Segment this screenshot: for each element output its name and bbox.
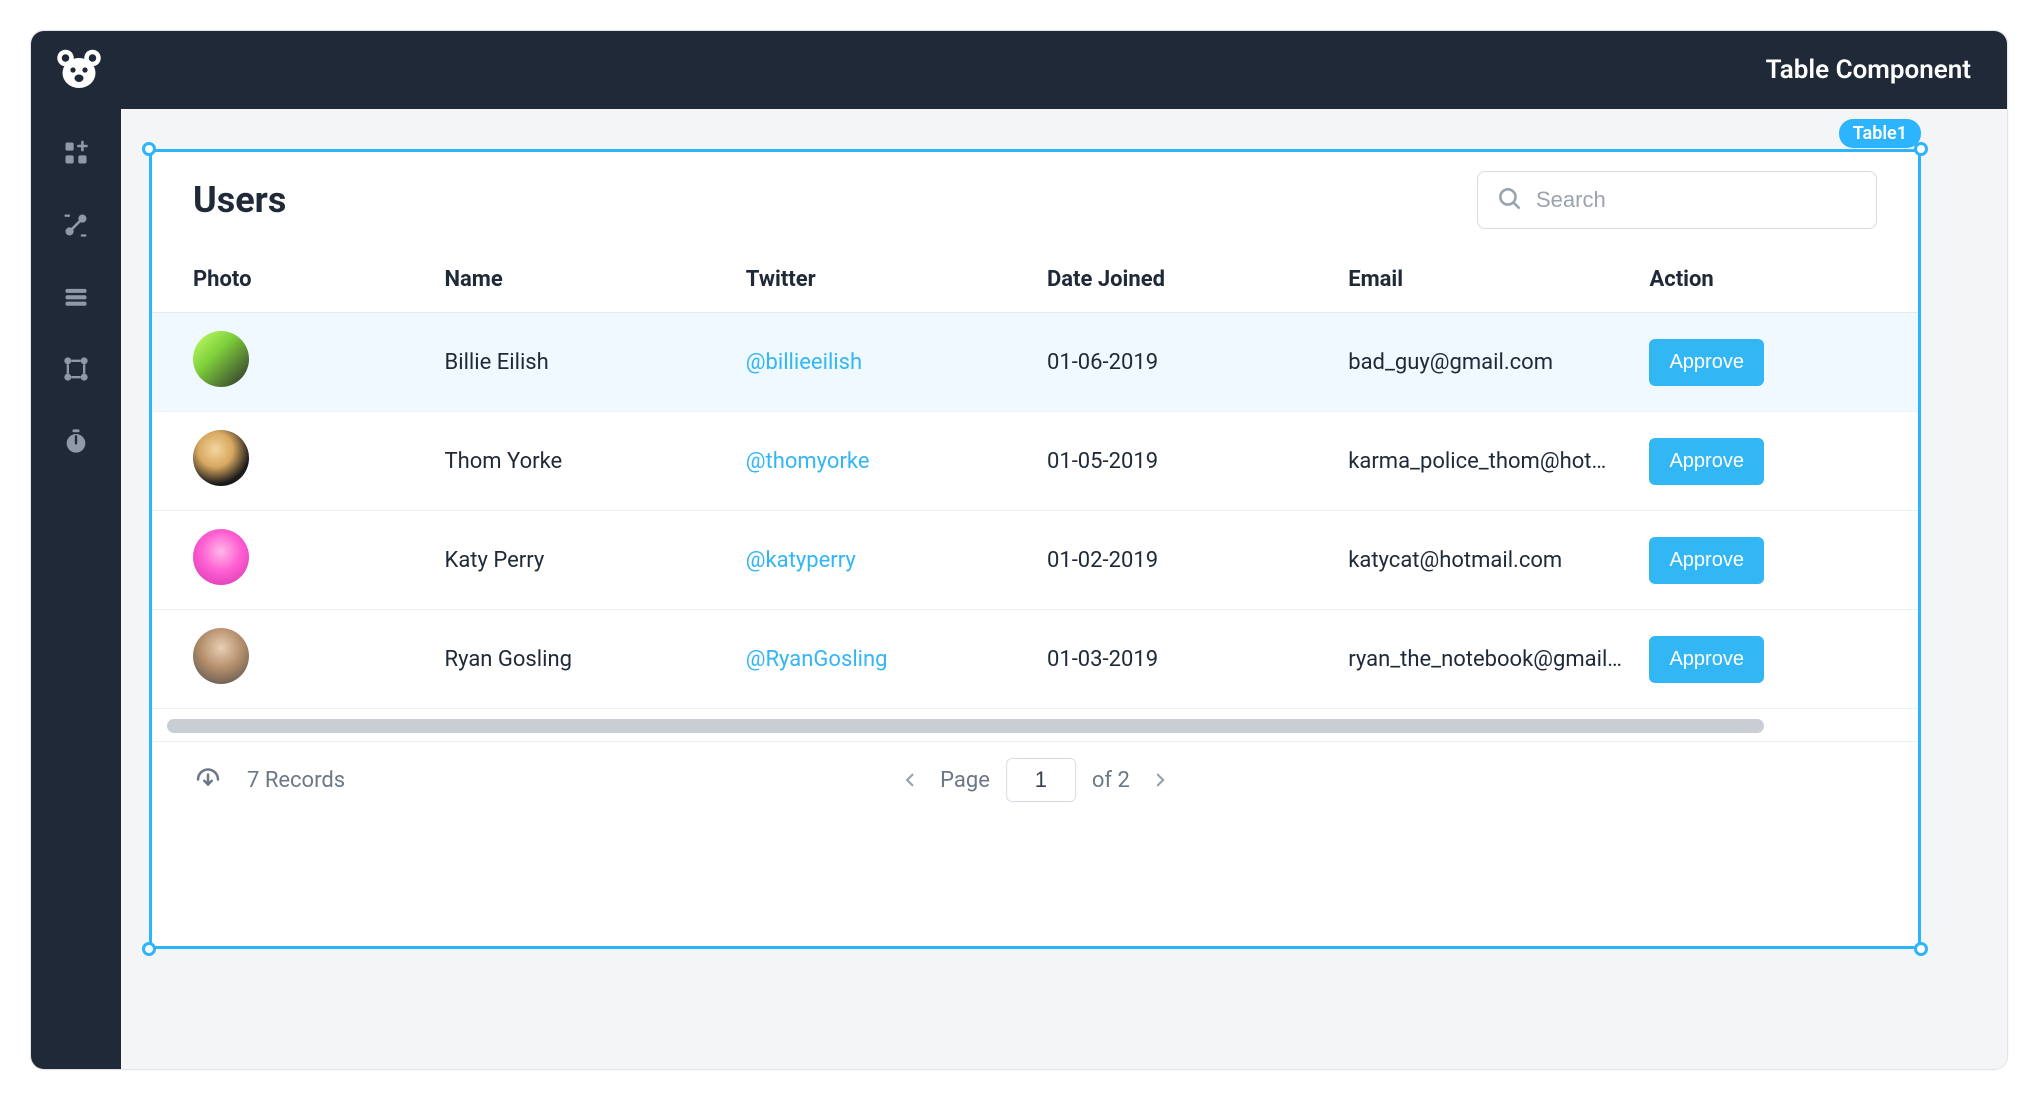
selected-component[interactable]: Table1 Users	[149, 149, 1921, 949]
table-component: Users	[149, 149, 1921, 949]
avatar	[193, 628, 249, 684]
stopwatch-icon[interactable]	[56, 421, 96, 461]
page-label: Page	[940, 768, 990, 793]
download-icon[interactable]	[193, 762, 223, 798]
cell-email: bad_guy@gmail.com	[1336, 313, 1637, 412]
page-input[interactable]	[1006, 758, 1076, 802]
page-of-label: of 2	[1092, 768, 1130, 793]
twitter-link[interactable]: @RyanGosling	[746, 647, 888, 672]
cell-name: Katy Perry	[433, 511, 734, 610]
approve-button[interactable]: Approve	[1649, 537, 1764, 584]
cell-email: katycat@hotmail.com	[1336, 511, 1637, 610]
records-count: 7 Records	[247, 768, 345, 793]
search-box[interactable]	[1477, 171, 1877, 229]
table-title: Users	[193, 179, 286, 221]
cell-date: 01-02-2019	[1035, 511, 1336, 610]
avatar	[193, 529, 249, 585]
users-table: Photo Name Twitter Date Joined Email Act…	[149, 247, 1921, 709]
list-icon[interactable]	[56, 277, 96, 317]
pager: Page of 2	[896, 758, 1174, 802]
twitter-link[interactable]: @katyperry	[746, 548, 856, 573]
sidebar	[31, 109, 121, 1069]
avatar	[193, 331, 249, 387]
search-icon	[1496, 185, 1522, 215]
horizontal-scrollbar[interactable]	[167, 719, 1903, 733]
body-area: Table1 Users	[31, 109, 2007, 1069]
col-name[interactable]: Name	[433, 247, 734, 313]
table-row[interactable]: Thom Yorke @thomyorke 01-05-2019karma_poli…	[149, 412, 1921, 511]
avatar	[193, 430, 249, 486]
approve-button[interactable]: Approve	[1649, 438, 1764, 485]
col-action[interactable]: Action	[1637, 247, 1921, 313]
search-input[interactable]	[1536, 187, 1858, 213]
scrollbar-thumb[interactable]	[167, 719, 1764, 733]
table-row[interactable]: Katy Perry @katyperry 01-02-2019katycat@ho…	[149, 511, 1921, 610]
cell-date: 01-05-2019	[1035, 412, 1336, 511]
cell-email: ryan_the_notebook@gmail.com	[1336, 610, 1637, 709]
cell-email: karma_police_thom@hotmail.com	[1336, 412, 1637, 511]
plug-icon[interactable]	[56, 205, 96, 245]
twitter-link[interactable]: @billieeilish	[746, 350, 862, 375]
table-row[interactable]: Ryan Gosling @RyanGosling 01-03-2019ryan_t…	[149, 610, 1921, 709]
topbar: Table Component	[31, 31, 2007, 109]
cell-name: Thom Yorke	[433, 412, 734, 511]
widgets-icon[interactable]	[56, 133, 96, 173]
page-next-button[interactable]	[1146, 766, 1174, 794]
col-email[interactable]: Email	[1336, 247, 1637, 313]
nodes-icon[interactable]	[56, 349, 96, 389]
table-row[interactable]: Billie Eilish @billieeilish 01-06-2019bad_…	[149, 313, 1921, 412]
cell-name: Ryan Gosling	[433, 610, 734, 709]
cell-date: 01-03-2019	[1035, 610, 1336, 709]
approve-button[interactable]: Approve	[1649, 339, 1764, 386]
table-header-row: Photo Name Twitter Date Joined Email Act…	[149, 247, 1921, 313]
col-photo[interactable]: Photo	[149, 247, 433, 313]
twitter-link[interactable]: @thomyorke	[746, 449, 870, 474]
col-date[interactable]: Date Joined	[1035, 247, 1336, 313]
page-title: Table Component	[1766, 55, 1971, 85]
koala-logo-icon	[55, 46, 103, 94]
cell-name: Billie Eilish	[433, 313, 734, 412]
page-prev-button[interactable]	[896, 766, 924, 794]
approve-button[interactable]: Approve	[1649, 636, 1764, 683]
selection-tag: Table1	[1839, 119, 1921, 148]
app-frame: Table Component Table1	[30, 30, 2008, 1070]
table-footer: 7 Records Page of 2	[149, 741, 1921, 824]
table-header: Users	[149, 149, 1921, 247]
cell-date: 01-06-2019	[1035, 313, 1336, 412]
editor-canvas[interactable]: Table1 Users	[121, 109, 2007, 1069]
col-twitter[interactable]: Twitter	[734, 247, 1035, 313]
